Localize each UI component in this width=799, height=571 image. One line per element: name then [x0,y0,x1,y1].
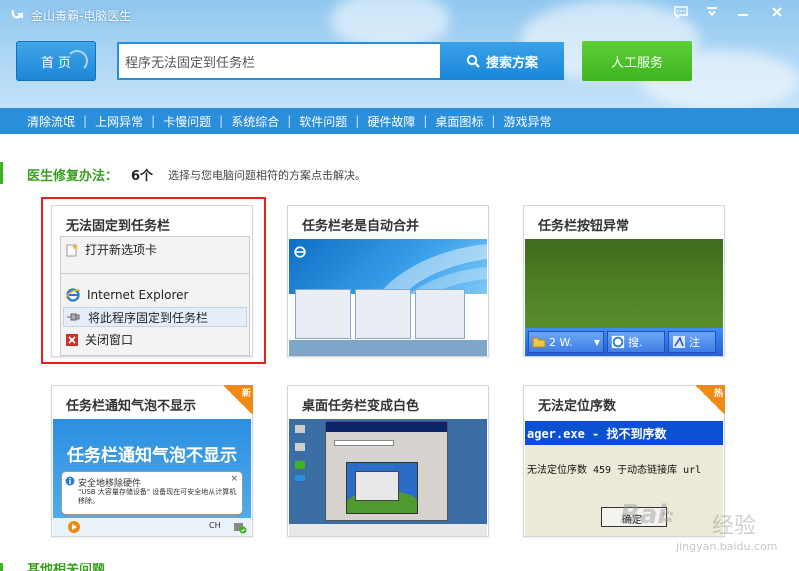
search-button[interactable]: 搜索方案 [440,42,564,80]
swirl-decoration [66,50,88,72]
media-player-icon [68,521,80,533]
home-button[interactable]: 首 页 [16,41,96,81]
folder-icon [532,337,546,348]
section-marker [0,563,3,571]
card-title: 无法定位序数 [538,399,617,414]
nav-item-games[interactable]: 游戏异常 [503,113,551,130]
solution-card-white-taskbar[interactable]: 桌面任务栏变成白色 [287,385,489,537]
nav-item-system[interactable]: 系统综合 [231,113,279,130]
chat-icon[interactable] [671,3,691,21]
registry-icon [673,336,685,348]
ie-icon [611,335,625,349]
selected-card-highlight [41,197,266,364]
xp-taskbar: 2 W. ▼ 搜. 注 [525,328,723,356]
thumbnail-caption: 任务栏通知气泡不显示 [67,446,237,466]
thumbnail-window [355,289,411,339]
nav-item-hardware[interactable]: 硬件故障 [367,113,415,130]
minimize-icon[interactable] [733,3,753,21]
balloon-close-icon: × [230,474,238,484]
safe-remove-icon [234,523,247,534]
hot-badge: 热 [695,385,725,415]
close-icon[interactable] [767,3,787,21]
app-logo-icon [11,10,23,19]
desktop-icons [295,425,305,481]
watermark-url: jingyan.baidu.com [676,540,778,553]
menu-icon[interactable] [702,3,722,21]
nav-item-desktop-icons[interactable]: 桌面图标 [435,113,483,130]
card-title: 桌面任务栏变成白色 [302,399,420,414]
search-icon [466,54,480,68]
card-title: 任务栏按钮异常 [538,219,630,234]
nav-item-clean-rogue[interactable]: 清除流氓 [27,113,75,130]
card-title: 任务栏通知气泡不显示 [66,399,197,414]
watermark-brand2: 经验 [712,514,757,539]
section-title: 医生修复办法： [27,169,119,184]
thumbnail-window [295,289,351,339]
search-input[interactable] [117,42,440,80]
header: 金山毒霸-电脑医生 首 页 搜索方案 人工服务 [0,0,799,108]
solution-count: 6个 [131,169,154,184]
info-icon [65,476,75,486]
error-dialog-title: ager.exe - 找不到序数 [525,421,723,445]
card-title: 任务栏老是自动合并 [302,219,420,234]
watermark-brand: Bai [620,500,667,530]
white-taskbar-thumbnail [289,419,487,536]
section-description: 选择与您电脑问题相符的方案点击解决。 [168,169,366,182]
solution-card-taskbar-buttons[interactable]: 任务栏按钮异常 2 W. ▼ 搜. 注 [523,205,725,357]
notification-balloon: 安全地移除硬件 "USB 大容量存储设备" 设备现在可安全地从计算机移除。 × [61,471,243,515]
nav-item-slow[interactable]: 卡慢问题 [163,113,211,130]
nav-item-internet[interactable]: 上网异常 [95,113,143,130]
manual-service-button[interactable]: 人工服务 [582,41,692,81]
category-nav: 清除流氓 | 上网异常 | 卡慢问题 | 系统综合 | 软件问题 | 硬件故障 … [0,108,799,134]
solution-card-auto-merge[interactable]: 任务栏老是自动合并 [287,205,489,357]
search-button-label: 搜索方案 [485,55,538,71]
taskbar-merge-thumbnail [289,239,487,356]
taskbar-buttons-thumbnail: 2 W. ▼ 搜. 注 [525,239,723,356]
notification-thumbnail: 任务栏通知气泡不显示 安全地移除硬件 "USB 大容量存储设备" 设备现在可安全… [53,419,251,536]
error-message: 无法定位序数 459 于动态链接库 url [527,465,702,476]
section-marker [0,162,3,184]
window-title: 金山毒霸-电脑医生 [31,9,132,23]
white-taskbar [289,524,487,536]
solution-card-notification-balloon[interactable]: 任务栏通知气泡不显示 任务栏通知气泡不显示 安全地移除硬件 "USB 大容量存储… [51,385,253,537]
ie-icon [294,246,306,258]
nav-item-software[interactable]: 软件问题 [299,113,347,130]
bottom-section-title: 其他相关问题 [27,563,106,571]
new-badge: 新 [223,385,253,415]
thumbnail-window [325,421,448,521]
manual-service-label: 人工服务 [610,55,663,71]
thumbnail-window [415,289,465,339]
baidu-paw-icon [662,509,673,522]
